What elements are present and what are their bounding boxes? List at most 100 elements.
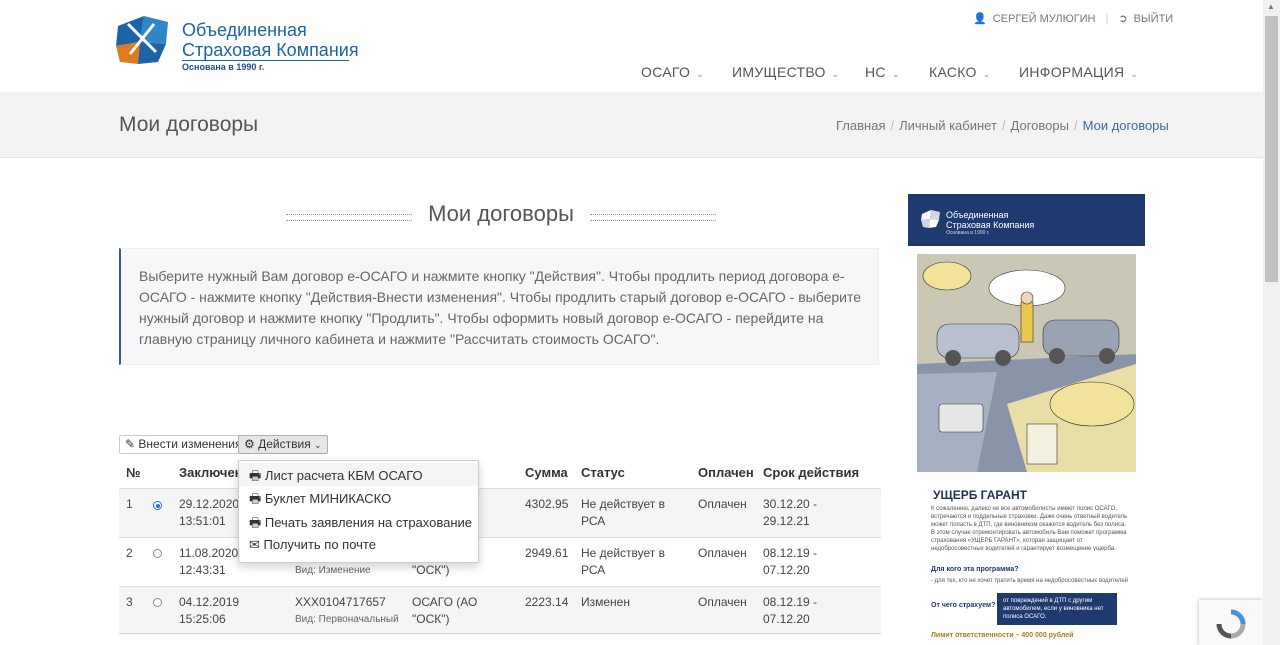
logo-divider [182,60,349,61]
row3-term-line1: 08.12.19 - [763,595,818,609]
caret-down-icon: ⌄ [314,440,322,450]
ad-illustration[interactable] [917,254,1136,472]
chevron-down-icon: ⌄ [982,69,991,79]
topbar-divider: | [1105,12,1109,25]
logout-link[interactable]: ВЫЙТИ [1134,13,1174,25]
ad-brand-founded: Основана в 1990 г. [946,230,990,236]
row1-status-line1: Не действует в [581,497,666,511]
dropdown-item-application[interactable]: 🖶 Печать заявления на страхование [249,514,472,536]
row2-datetime: 11.08.2020 12:43:31 [179,545,238,579]
row3-term-line2: 07.12.20 [763,612,810,626]
nav-property[interactable]: ИМУЩЕСТВО ⌄ [732,64,840,80]
ad-question-1: Для кого эта программа? [931,566,1019,573]
recaptcha-badge[interactable] [1199,600,1263,645]
gear-icon: ⚙ [244,437,255,451]
row3-paid: Оплачен [698,595,747,609]
breadcrumb-home[interactable]: Главная [836,118,885,133]
dropdown-item-mail-label: Получить по почте [263,537,376,552]
row1-date: 29.12.2020 [179,497,240,511]
dropdown-item-kbm[interactable]: 🖶 Лист расчета КБМ ОСАГО [249,467,423,489]
row2-kind: Вид: Изменение [295,565,371,576]
row1-term: 30.12.20 - 29.12.21 [763,496,817,530]
row1-datetime: 29.12.2020 13:51:01 [179,496,239,530]
row1-radio[interactable] [153,501,162,510]
ad-brand-line2: Страховая Компания [946,220,1035,230]
nav-ns-label: НС [865,64,886,80]
dropdown-item-kbm-label: Лист расчета КБМ ОСАГО [264,468,423,483]
row3-datetime: 04.12.2019 15:25:06 [179,594,239,628]
ad-brand-line1: Объединенная [946,210,1009,220]
row-divider [119,537,881,538]
row1-term-line2: 29.12.21 [763,514,810,528]
nav-osago[interactable]: ОСАГО ⌄ [641,64,704,80]
row1-time: 13:51:01 [179,514,226,528]
logout-icon: ➲ [1118,13,1128,25]
ad-body: К сожалению, далеко не все автомобилисты… [931,506,1128,551]
nav-kasko[interactable]: КАСКО ⌄ [929,64,991,80]
row2-radio[interactable] [153,549,162,558]
ad-title: УЩЕРБ ГАРАНТ [933,488,1027,502]
row3-term: 08.12.19 - 07.12.20 [763,594,817,628]
dropdown-item-booklet[interactable]: 🖶 Буклет МИНИКАСКО [249,490,391,512]
row1-paid: Оплачен [698,497,747,511]
nav-ns[interactable]: НС ⌄ [865,64,900,80]
row1-status-line2: РСА [581,514,606,528]
row3-status: Изменен [581,595,630,609]
ad-question-2: От чего страхуем? [931,602,996,609]
dropdown-item-booklet-label: Буклет МИНИКАСКО [264,491,392,506]
chevron-down-icon: ⌄ [831,69,840,79]
row2-num: 2 [126,546,133,560]
col-header-date: Заключен [179,465,243,480]
row3-sum: 2223.14 [525,595,569,609]
nav-osago-label: ОСАГО [641,64,691,80]
row3-product-line1: ОСАГО (АО [412,595,478,609]
row3-date: 04.12.2019 [179,595,240,609]
row2-term-line1: 08.12.19 - [763,546,818,560]
row3-radio[interactable] [153,598,162,607]
row1-term-line1: 30.12.20 - [763,497,818,511]
col-header-num: № [126,465,141,480]
row3-time: 15:25:06 [179,612,226,626]
row3-kind: Вид: Первоначальный [295,614,399,625]
nav-info-label: ИНФОРМАЦИЯ [1019,64,1125,80]
breadcrumb-cabinet[interactable]: Личный кабинет [899,118,997,133]
ad-brand: Объединенная Страховая Компания [946,210,1034,230]
company-logo-icon[interactable] [114,12,172,68]
col-header-paid: Оплачен [698,465,754,480]
chevron-down-icon: ⌄ [891,69,900,79]
row3-policy: XXX0104717657 [295,595,386,609]
user-bar: 👤 СЕРГЕЙ МУЛЮГИН | ➲ ВЫЙТИ [973,12,1174,26]
dropdown-item-mail[interactable]: ✉ Получить по почте [249,537,376,553]
edit-button[interactable]: ✎ Внести изменения [119,435,248,454]
row3-num: 3 [126,595,133,609]
chevron-down-icon: ⌄ [696,69,705,79]
envelope-icon: ✉ [249,537,260,552]
print-icon: 🖶 [249,515,262,530]
scrollbar-thumb[interactable] [1265,16,1278,282]
user-name-link[interactable]: СЕРГЕЙ МУЛЮГИН [993,13,1096,25]
row2-date: 11.08.2020 [179,546,239,560]
dropdown-item-application-label: Печать заявления на страхование [264,515,473,530]
breadcrumb-current: Мои договоры [1082,118,1169,133]
nav-info[interactable]: ИНФОРМАЦИЯ ⌄ [1019,64,1138,80]
print-icon: 🖶 [249,468,262,483]
recaptcha-icon [1216,609,1246,639]
col-header-status: Статус [581,465,625,480]
row2-term-line2: 07.12.20 [763,563,810,577]
row2-product: "ОСК") [412,563,450,577]
ad-answer-1: - для тех, кто не хочет тратить время на… [931,578,1129,584]
print-icon: 🖶 [249,491,262,506]
breadcrumb-contracts[interactable]: Договоры [1011,118,1069,133]
ad-answer-2: от повреждений в ДТП с другим автомобиле… [997,593,1117,625]
ad-logo-icon [921,210,940,228]
scroll-up-arrow-icon[interactable]: ▲ [1267,2,1275,11]
row2-status: Не действует в РСА [581,545,665,579]
row1-num: 1 [126,497,133,511]
row2-sum: 2949.61 [525,546,569,560]
actions-button[interactable]: ⚙ Действия ⌄ [238,435,328,454]
logo-line2: Страховая Компания [182,40,359,60]
logo-line1: Объединенная [182,20,307,40]
logo-text[interactable]: Объединенная Страховая Компания [182,20,359,60]
row-divider [119,633,881,634]
nav-property-label: ИМУЩЕСТВО [732,64,826,80]
